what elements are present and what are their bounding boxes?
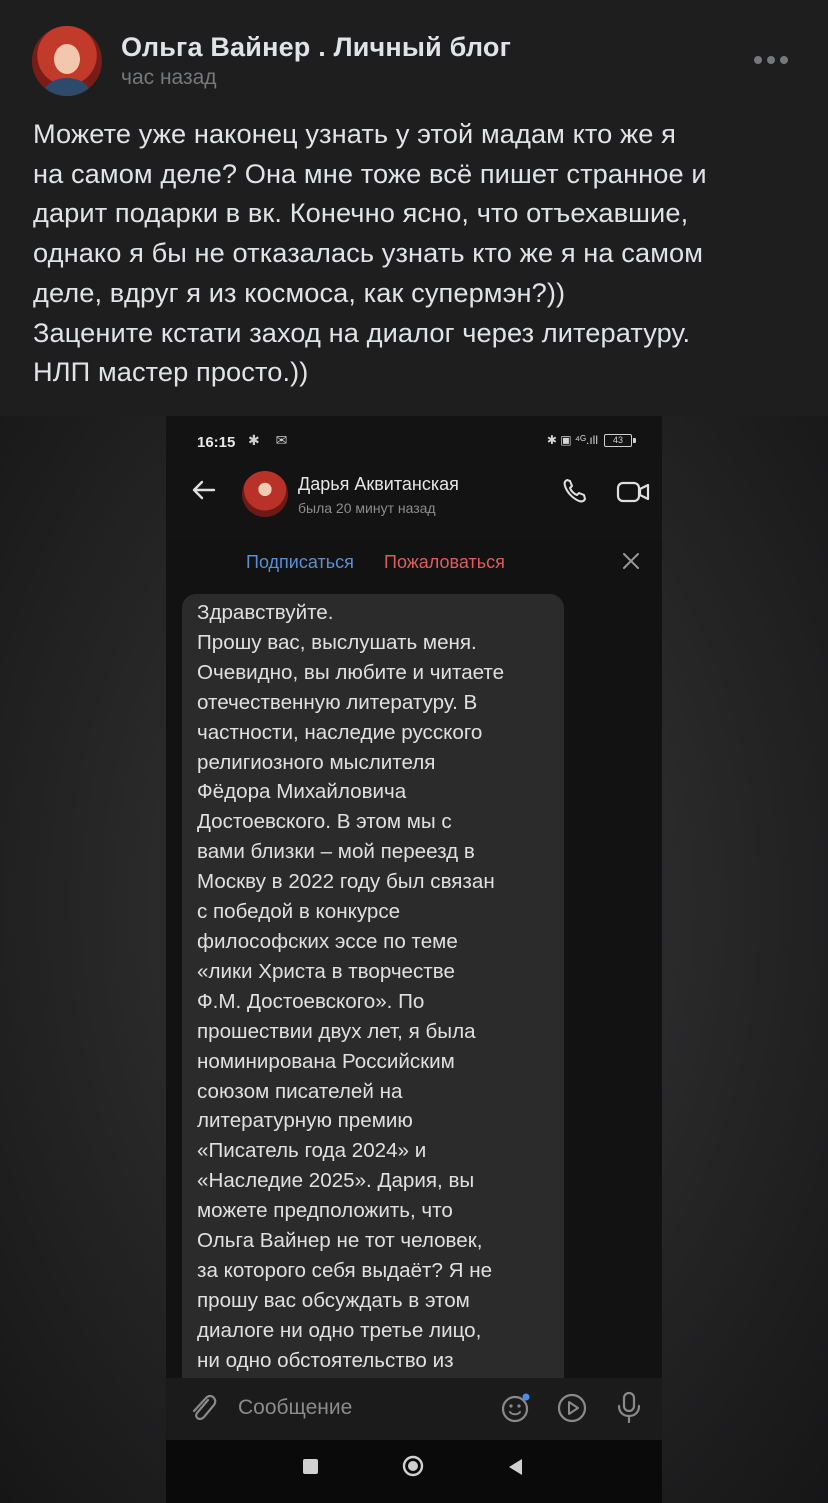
message-line: ни одно обстоятельство из [197, 1348, 454, 1372]
signal-icons: ✱ ▣ ⁴ᴳ.ıll [546, 433, 598, 447]
post-text-line: деле, вдруг я из космоса, как супермэн?)… [33, 276, 566, 308]
more-options-icon[interactable] [754, 54, 788, 66]
nav-back-icon[interactable] [506, 1457, 524, 1477]
message-line: «Писатель года 2024» и [197, 1139, 427, 1163]
recent-apps-icon[interactable] [303, 1459, 318, 1474]
video-message-icon[interactable] [556, 1392, 588, 1424]
report-link[interactable]: Пожаловаться [384, 552, 505, 573]
message-line: с победой в конкурсе [197, 900, 401, 924]
message-line: философских эссе по теме [197, 929, 458, 953]
microphone-icon[interactable] [616, 1390, 642, 1426]
author-name[interactable]: Ольга Вайнер . Личный блог [121, 32, 511, 63]
message-input[interactable]: Сообщение [238, 1396, 352, 1420]
message-line: отечественную литературу. В [197, 690, 478, 714]
post-text-line: Можете уже наконец узнать у этой мадам к… [33, 118, 677, 149]
avatar-shirt [44, 78, 90, 96]
avatar-face [54, 44, 80, 74]
close-icon[interactable] [620, 550, 642, 572]
message-line: религиозного мыслителя [197, 750, 436, 774]
post-header: Ольга Вайнер . Личный блог час назад Мож… [0, 0, 828, 416]
message-line: литературную премию [197, 1109, 413, 1133]
phone-call-icon[interactable] [560, 476, 590, 506]
message-line: «лики Христа в творчестве [197, 959, 455, 983]
message-line: Ф.М. Достоевского». По [197, 989, 425, 1013]
contact-avatar[interactable] [242, 471, 288, 517]
post-text-line: НЛП мастер просто.)) [33, 356, 309, 388]
status-clock: 16:15 [197, 434, 236, 451]
home-icon[interactable] [402, 1455, 424, 1477]
message-line: Москву в 2022 году был связан [197, 870, 495, 894]
message-line: Достоевского. В этом мы с [197, 810, 452, 834]
phone-screenshot: 16:15 ✱ ✉ ✱ ▣ ⁴ᴳ.ıll 43 Дарья Аквитанска… [166, 416, 662, 1503]
status-notification-icons: ✱ ✉ [248, 432, 294, 448]
paperclip-icon[interactable] [188, 1391, 218, 1425]
message-line: Прошу вас, выслушать меня. [197, 630, 477, 654]
author-avatar[interactable] [32, 26, 102, 96]
video-call-icon[interactable] [616, 478, 650, 506]
chat-action-bar: Подписаться Пожаловаться [166, 540, 662, 584]
status-right-icons: ✱ ▣ ⁴ᴳ.ıll 43 [546, 433, 636, 447]
message-line: прошествии двух лет, я была [197, 1019, 476, 1043]
message-line: союзом писателей на [197, 1079, 403, 1103]
message-text: Здравствуйте. Прошу вас, выслушать меня.… [197, 598, 567, 1376]
message-line: номинирована Российским [197, 1049, 455, 1073]
subscribe-link[interactable]: Подписаться [246, 552, 354, 573]
message-line: диалоге ни одно третье лицо, [197, 1318, 482, 1342]
message-line: вами близки – мой переезд в [197, 840, 475, 864]
post-text-line: однако я бы не отказалась узнать кто же … [33, 237, 704, 269]
emoji-icon[interactable] [500, 1392, 532, 1424]
post-time[interactable]: час назад [121, 66, 217, 90]
post-text: Можете уже наконец узнать у этой мадам к… [33, 114, 803, 392]
message-line: частности, наследие русского [197, 720, 483, 744]
message-line: Очевидно, вы любите и читаете [197, 660, 505, 684]
post-text-line: дарит подарки в вк. Конечно ясно, что от… [33, 197, 689, 229]
message-line: прошу вас обсуждать в этом [197, 1288, 470, 1312]
battery-icon: 43 [604, 433, 636, 447]
contact-name[interactable]: Дарья Аквитанская [298, 474, 459, 495]
back-arrow-icon[interactable] [190, 476, 218, 504]
message-line: Здравствуйте. [197, 601, 334, 624]
message-line: можете предположить, что [197, 1199, 453, 1223]
phone-status-bar: 16:15 ✱ ✉ ✱ ▣ ⁴ᴳ.ıll 43 [166, 416, 662, 468]
post-text-line: на самом деле? Она мне тоже всё пишет ст… [33, 157, 707, 189]
post-text-line: Зацените кстати заход на диалог через ли… [33, 316, 691, 348]
message-line: Ольга Вайнер не тот человек, [197, 1229, 483, 1253]
message-line: за которого себя выдаёт? Я не [197, 1258, 493, 1282]
post-image-attachment[interactable]: 16:15 ✱ ✉ ✱ ▣ ⁴ᴳ.ıll 43 Дарья Аквитанска… [0, 416, 828, 1503]
message-line: «Наследие 2025». Дария, вы [197, 1169, 475, 1193]
contact-status: была 20 минут назад [298, 500, 436, 516]
message-line: Фёдора Михайловича [197, 780, 407, 804]
